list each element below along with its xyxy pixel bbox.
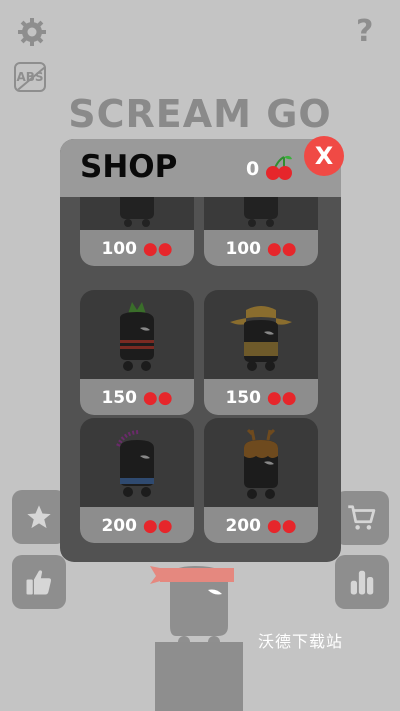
item-price: 150 ●● xyxy=(225,388,297,408)
cherry-icon: ●● xyxy=(266,516,297,536)
thumbs-up-icon xyxy=(26,570,51,595)
shop-item-6[interactable]: 200 ●● xyxy=(204,418,318,543)
settings-gear-icon[interactable] xyxy=(16,16,48,48)
shop-header: SHOP 0 xyxy=(60,139,341,197)
cherry-icon: ●● xyxy=(266,239,297,259)
watermark-text: 沃德下载站 xyxy=(258,632,344,651)
game-title: SCREAM GO xyxy=(68,92,332,136)
shop-item-4[interactable]: 150 ●● xyxy=(204,290,318,415)
shop-item-1[interactable]: 100 ●● xyxy=(80,197,194,266)
cart-icon xyxy=(348,505,376,530)
abs-toggle-button[interactable]: ABS xyxy=(14,62,46,92)
antler-character xyxy=(244,428,278,499)
shop-grid: 100 ●● 100 ●● 150 ●● 150 ●● 200 ●● 200 ●… xyxy=(60,197,341,562)
cherry-icon: ●● xyxy=(142,239,173,259)
item-price: 100 ●● xyxy=(101,239,173,259)
cherry-icon: ●● xyxy=(142,516,173,536)
shop-item-3[interactable]: 150 ●● xyxy=(80,290,194,415)
shop-item-5[interactable]: 200 ●● xyxy=(80,418,194,543)
item-price: 100 ●● xyxy=(225,239,297,259)
shop-panel: SHOP 0 100 ●● 100 ●● 150 ●● 150 ●● 200 ●… xyxy=(60,139,341,562)
pineapple-character xyxy=(120,302,154,371)
shop-item-2[interactable]: 100 ●● xyxy=(204,197,318,266)
cherry-balance: 0 xyxy=(246,158,260,180)
character-silhouette xyxy=(120,197,154,227)
cowboy-character xyxy=(230,306,292,371)
mohawk-character xyxy=(116,430,154,497)
leaderboard-button[interactable] xyxy=(335,555,389,609)
rate-star-button[interactable] xyxy=(12,490,66,544)
stone-pillar xyxy=(155,642,243,711)
like-button[interactable] xyxy=(12,555,66,609)
item-price: 150 ●● xyxy=(101,388,173,408)
cherry-icon: ●● xyxy=(142,388,173,408)
close-button[interactable]: X xyxy=(304,136,344,176)
help-icon[interactable]: ? xyxy=(356,14,373,49)
item-price: 200 ●● xyxy=(101,516,173,536)
shop-title: SHOP xyxy=(80,149,178,185)
star-icon xyxy=(27,505,51,529)
player-character xyxy=(150,558,240,648)
store-button[interactable] xyxy=(335,491,389,545)
item-price: 200 ●● xyxy=(225,516,297,536)
leaderboard-icon xyxy=(350,570,374,595)
cherry-icon: ●● xyxy=(266,388,297,408)
character-silhouette xyxy=(244,197,278,227)
cherry-icon xyxy=(266,155,292,180)
